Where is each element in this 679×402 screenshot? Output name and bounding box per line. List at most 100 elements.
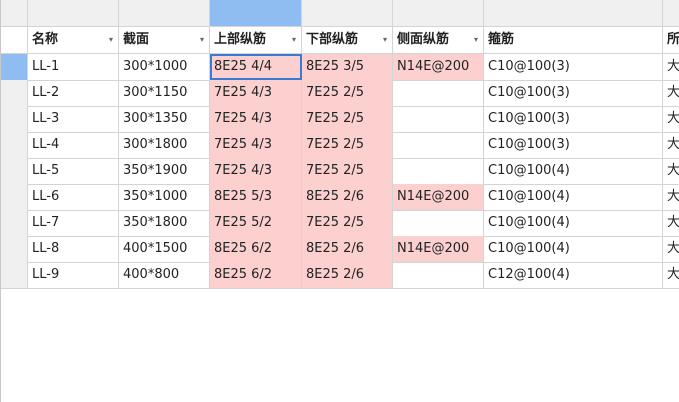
filter-header-top-bars[interactable]: 上部纵筋 ▾	[210, 27, 302, 53]
table-row: LL-9 400*800 8E25 6/2 8E25 2/6 C12@100(4) 大	[0, 262, 679, 289]
filter-dropdown-icon[interactable]: ▾	[474, 27, 478, 53]
cell-stirrup[interactable]: C10@100(4)	[484, 158, 663, 184]
cell-stirrup[interactable]: C10@100(3)	[484, 80, 663, 106]
table-row: LL-7 350*1800 7E25 5/2 7E25 2/5 C10@100(4) 大	[0, 210, 679, 237]
cell-section[interactable]: 350*1900	[119, 158, 210, 184]
cell-stirrup[interactable]: C10@100(3)	[484, 132, 663, 158]
row-header[interactable]	[0, 210, 28, 236]
cell-extra[interactable]: 大	[663, 262, 679, 288]
cell-top[interactable]: 8E25 4/4	[210, 54, 302, 80]
cell-top[interactable]: 7E25 5/2	[210, 210, 302, 236]
table-row: LL-2 300*1150 7E25 4/3 7E25 2/5 C10@100(3) 大	[0, 80, 679, 107]
cell-top[interactable]: 8E25 6/2	[210, 262, 302, 288]
column-letter-strip	[0, 0, 679, 27]
cell-extra[interactable]: 大	[663, 236, 679, 262]
cell-side[interactable]	[393, 106, 484, 132]
cell-side[interactable]	[393, 132, 484, 158]
cell-name[interactable]: LL-5	[28, 158, 119, 184]
cell-stirrup[interactable]: C10@100(4)	[484, 236, 663, 262]
cell-extra[interactable]: 大	[663, 184, 679, 210]
cell-top[interactable]: 8E25 6/2	[210, 236, 302, 262]
cell-stirrup[interactable]: C10@100(3)	[484, 106, 663, 132]
cell-bottom[interactable]: 7E25 2/5	[302, 106, 393, 132]
cell-name[interactable]: LL-6	[28, 184, 119, 210]
cell-name[interactable]: LL-4	[28, 132, 119, 158]
row-header[interactable]	[0, 262, 28, 288]
column-header-1[interactable]	[28, 0, 119, 26]
cell-section[interactable]: 300*1350	[119, 106, 210, 132]
column-header-7[interactable]	[663, 0, 679, 26]
cell-name[interactable]: LL-2	[28, 80, 119, 106]
cell-bottom[interactable]: 7E25 2/5	[302, 210, 393, 236]
table-row: LL-6 350*1000 8E25 5/3 8E25 2/6 N14E@200 C10@…	[0, 184, 679, 211]
table-row: LL-5 350*1900 7E25 4/3 7E25 2/5 C10@100(4) 大	[0, 158, 679, 185]
cell-section[interactable]: 400*1500	[119, 236, 210, 262]
cell-stirrup[interactable]: C10@100(4)	[484, 210, 663, 236]
row-header[interactable]	[0, 132, 28, 158]
cell-bottom[interactable]: 7E25 2/5	[302, 80, 393, 106]
cell-side[interactable]	[393, 210, 484, 236]
cell-bottom[interactable]: 8E25 2/6	[302, 236, 393, 262]
cell-section[interactable]: 300*1800	[119, 132, 210, 158]
cell-top[interactable]: 7E25 4/3	[210, 158, 302, 184]
cell-bottom[interactable]: 7E25 2/5	[302, 132, 393, 158]
filter-dropdown-icon[interactable]: ▾	[200, 27, 204, 53]
cell-name[interactable]: LL-9	[28, 262, 119, 288]
cell-name[interactable]: LL-3	[28, 106, 119, 132]
cell-extra[interactable]: 大	[663, 158, 679, 184]
filter-dropdown-icon[interactable]: ▾	[383, 27, 387, 53]
cell-side[interactable]	[393, 158, 484, 184]
row-header[interactable]	[0, 236, 28, 262]
cell-side[interactable]: N14E@200	[393, 184, 484, 210]
column-header-3-selected[interactable]	[210, 0, 302, 26]
cell-extra[interactable]: 大	[663, 132, 679, 158]
cell-name[interactable]: LL-8	[28, 236, 119, 262]
cell-bottom[interactable]: 8E25 2/6	[302, 262, 393, 288]
filter-header-side-bars[interactable]: 侧面纵筋 ▾	[393, 27, 484, 53]
filter-dropdown-icon[interactable]: ▾	[109, 27, 113, 53]
filter-header-name[interactable]: 名称 ▾	[28, 27, 119, 53]
cell-stirrup[interactable]: C12@100(4)	[484, 262, 663, 288]
filter-header-section[interactable]: 截面 ▾	[119, 27, 210, 53]
cell-name[interactable]: LL-7	[28, 210, 119, 236]
cell-section[interactable]: 300*1000	[119, 54, 210, 80]
filter-dropdown-icon[interactable]: ▾	[292, 27, 296, 53]
cell-section[interactable]: 300*1150	[119, 80, 210, 106]
filter-header-bottom-bars[interactable]: 下部纵筋 ▾	[302, 27, 393, 53]
cell-extra[interactable]: 大	[663, 54, 679, 80]
header-stirrup[interactable]: 箍筋	[484, 27, 663, 53]
cell-stirrup[interactable]: C10@100(3)	[484, 54, 663, 80]
column-header-6[interactable]	[484, 0, 663, 26]
cell-extra[interactable]: 大	[663, 106, 679, 132]
cell-stirrup[interactable]: C10@100(4)	[484, 184, 663, 210]
cell-side[interactable]: N14E@200	[393, 54, 484, 80]
row-header[interactable]	[0, 80, 28, 106]
cell-side[interactable]	[393, 80, 484, 106]
column-header-4[interactable]	[302, 0, 393, 26]
table-row: LL-4 300*1800 7E25 4/3 7E25 2/5 C10@100(3) 大	[0, 132, 679, 159]
row-header[interactable]	[0, 106, 28, 132]
table-row: LL-8 400*1500 8E25 6/2 8E25 2/6 N14E@200 C10@…	[0, 236, 679, 263]
cell-section[interactable]: 350*1800	[119, 210, 210, 236]
row-header[interactable]	[0, 158, 28, 184]
column-header-5[interactable]	[393, 0, 484, 26]
cell-name[interactable]: LL-1	[28, 54, 119, 80]
cell-top[interactable]: 8E25 5/3	[210, 184, 302, 210]
cell-bottom[interactable]: 8E25 3/5	[302, 54, 393, 80]
cell-section[interactable]: 400*800	[119, 262, 210, 288]
cell-top[interactable]: 7E25 4/3	[210, 132, 302, 158]
cell-side[interactable]: N14E@200	[393, 236, 484, 262]
row-header[interactable]	[0, 184, 28, 210]
select-all-corner[interactable]	[0, 0, 28, 26]
cell-bottom[interactable]: 8E25 2/6	[302, 184, 393, 210]
row-header[interactable]	[0, 54, 28, 80]
cell-top[interactable]: 7E25 4/3	[210, 80, 302, 106]
column-header-2[interactable]	[119, 0, 210, 26]
cell-section[interactable]: 350*1000	[119, 184, 210, 210]
cell-extra[interactable]: 大	[663, 210, 679, 236]
cell-top[interactable]: 7E25 4/3	[210, 106, 302, 132]
header-partial[interactable]: 所	[663, 27, 679, 53]
cell-extra[interactable]: 大	[663, 80, 679, 106]
cell-bottom[interactable]: 7E25 2/5	[302, 158, 393, 184]
cell-side[interactable]	[393, 262, 484, 288]
